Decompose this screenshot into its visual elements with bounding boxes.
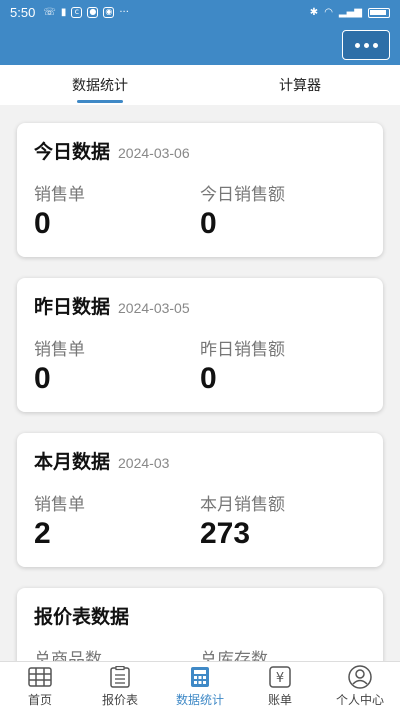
yuan-icon: ¥ bbox=[267, 665, 293, 689]
tab-bar: 数据统计 计算器 bbox=[0, 65, 400, 105]
battery-icon bbox=[368, 7, 390, 18]
month-card: 本月数据 2024-03 销售单 2 本月销售额 273 bbox=[17, 433, 383, 567]
more-menu-button[interactable] bbox=[342, 30, 390, 60]
sales-label: 本月销售额 bbox=[200, 495, 285, 515]
bluetooth-icon: ✱ bbox=[309, 7, 319, 18]
tab-data-statistics[interactable]: 数据统计 bbox=[0, 65, 200, 105]
tab-calculator[interactable]: 计算器 bbox=[200, 65, 400, 105]
nav-quote[interactable]: 报价表 bbox=[80, 662, 160, 711]
signal-icon: ▂▄▆ bbox=[338, 7, 362, 18]
more-dot-icon bbox=[354, 42, 360, 48]
status-right-icons: ✱ ◠ ▂▄▆ bbox=[310, 7, 390, 18]
yesterday-card: 昨日数据 2024-03-05 销售单 0 昨日销售额 0 bbox=[17, 278, 383, 412]
nav-label: 数据统计 bbox=[175, 693, 224, 707]
card-title: 昨日数据 bbox=[34, 296, 111, 318]
nav-profile[interactable]: 个人中心 bbox=[320, 662, 400, 711]
sales-label: 昨日销售额 bbox=[200, 340, 285, 360]
nav-home[interactable]: 首页 bbox=[0, 662, 80, 711]
bottom-nav: 首页 报价表 数据统计 ¥ 账单 个人中心 bbox=[0, 661, 400, 711]
nav-statistics[interactable]: 数据统计 bbox=[160, 662, 240, 711]
sales-value: 0 bbox=[200, 207, 217, 240]
call-icon: ☏ bbox=[43, 7, 56, 18]
more-dot-icon bbox=[363, 42, 369, 48]
svg-text:¥: ¥ bbox=[276, 671, 284, 686]
card-date: 2024-03-06 bbox=[118, 145, 190, 161]
app-bar bbox=[0, 25, 400, 65]
orders-value: 2 bbox=[34, 517, 51, 550]
card-title: 本月数据 bbox=[34, 451, 111, 473]
orders-value: 0 bbox=[34, 362, 51, 395]
list-icon bbox=[107, 665, 133, 689]
status-bar: 5:50 ☏ ▮ c ● ◉ ··· ✱ ◠ ▂▄▆ bbox=[0, 0, 400, 25]
orders-label: 销售单 bbox=[34, 340, 85, 360]
orders-label: 销售单 bbox=[34, 495, 85, 515]
nav-label: 账单 bbox=[267, 693, 292, 707]
status-time: 5:50 bbox=[10, 5, 36, 20]
card-date: 2024-03-05 bbox=[118, 300, 190, 316]
sim-icon: ▮ bbox=[60, 7, 67, 18]
wifi-icon: ◠ bbox=[324, 7, 333, 18]
more-dot-icon bbox=[372, 42, 378, 48]
total-products-label: 总商品数 bbox=[34, 650, 102, 661]
app-icon: c bbox=[71, 7, 83, 18]
card-title: 报价表数据 bbox=[34, 606, 130, 628]
nav-bill[interactable]: ¥ 账单 bbox=[240, 662, 320, 711]
nav-label: 首页 bbox=[27, 693, 52, 707]
card-date: 2024-03 bbox=[118, 455, 170, 471]
card-title: 今日数据 bbox=[34, 141, 111, 163]
sales-label: 今日销售额 bbox=[200, 185, 285, 205]
total-stock-label: 总库存数 bbox=[200, 650, 268, 661]
sales-value: 0 bbox=[200, 362, 217, 395]
calculator-icon bbox=[187, 665, 213, 689]
sales-value: 273 bbox=[200, 517, 251, 550]
content-scroll[interactable]: 今日数据 2024-03-06 销售单 0 今日销售额 0 昨日数据 2024-… bbox=[0, 105, 400, 661]
nav-label: 个人中心 bbox=[335, 693, 384, 707]
more-notifications-icon: ··· bbox=[119, 7, 129, 18]
quote-card: 报价表数据 总商品数 总库存数 bbox=[17, 588, 383, 661]
grid-icon bbox=[27, 665, 53, 689]
orders-value: 0 bbox=[34, 207, 51, 240]
nav-label: 报价表 bbox=[101, 693, 138, 707]
status-left-icons: ☏ ▮ c ● ◉ ··· bbox=[43, 7, 129, 18]
chat-icon: ● bbox=[87, 7, 99, 18]
browser-icon: ◉ bbox=[103, 7, 115, 18]
today-card: 今日数据 2024-03-06 销售单 0 今日销售额 0 bbox=[17, 123, 383, 257]
orders-label: 销售单 bbox=[34, 185, 85, 205]
user-icon bbox=[347, 665, 373, 689]
